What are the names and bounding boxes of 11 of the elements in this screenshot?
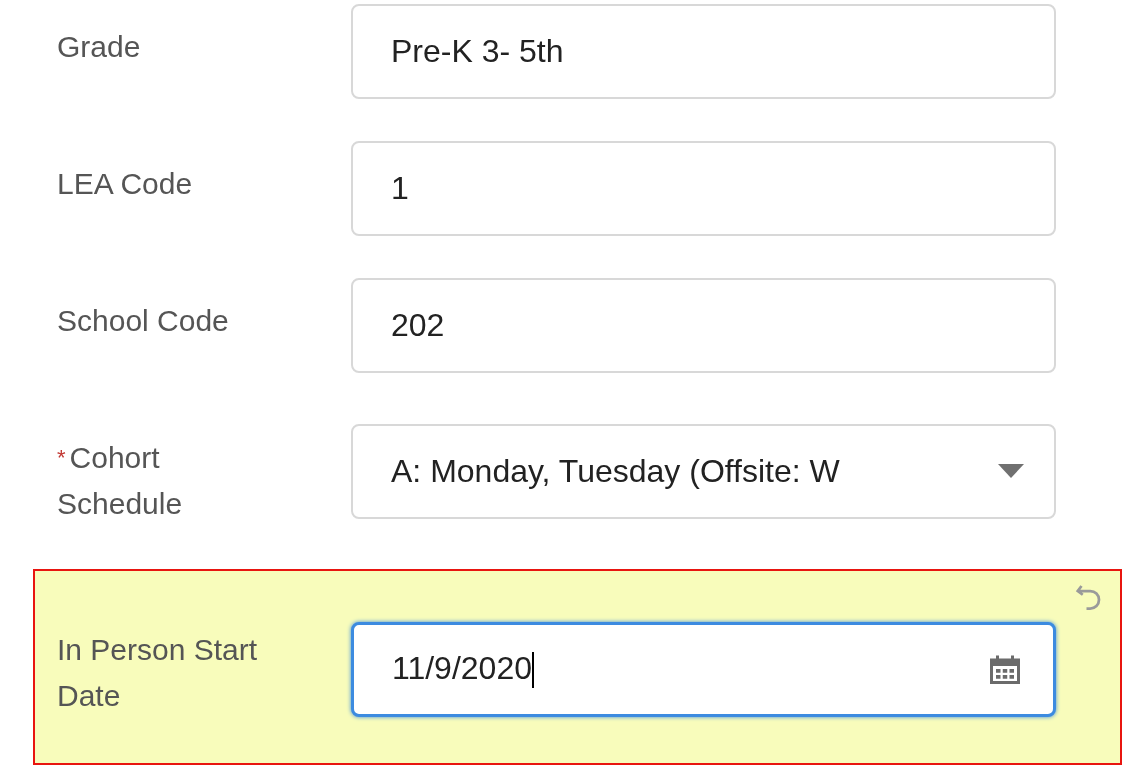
field-label: In Person Start Date	[57, 632, 259, 714]
field-label: LEA Code	[57, 166, 194, 202]
field-label: *Cohort Schedule	[57, 440, 184, 522]
field-label: Grade	[57, 29, 142, 65]
field-label: School Code	[57, 303, 230, 339]
input-field[interactable]: Pre-K 3- 5th	[351, 4, 1056, 99]
select-field[interactable]: A: Monday, Tuesday (Offsite: W	[351, 423, 1056, 519]
dropdown-caret-icon	[998, 464, 1024, 478]
input-field[interactable]: 1	[351, 141, 1056, 236]
date-field[interactable]: 11/9/2020	[351, 621, 1056, 717]
input-field[interactable]: 202	[351, 278, 1056, 373]
